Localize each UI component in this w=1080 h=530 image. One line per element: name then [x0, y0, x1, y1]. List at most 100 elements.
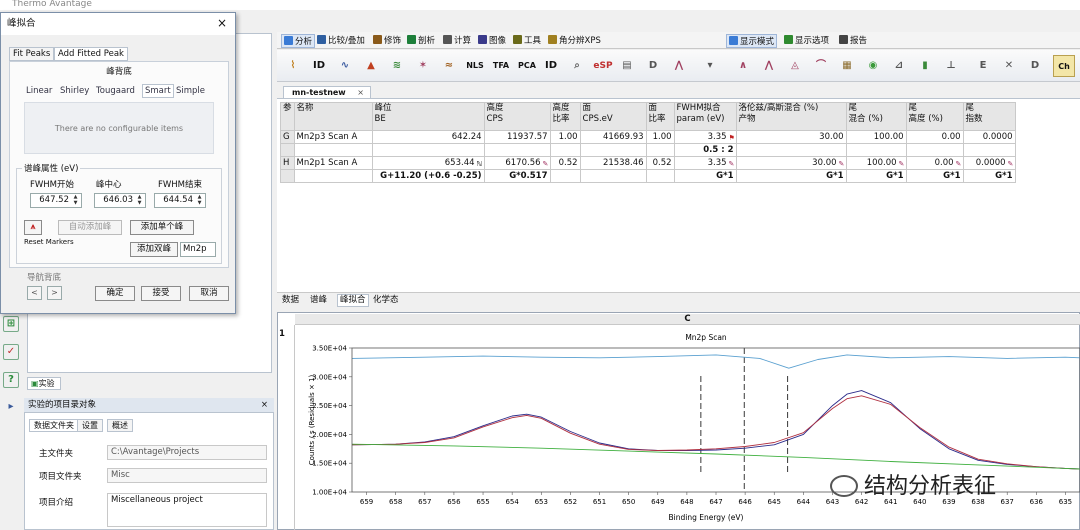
accept-button[interactable]: 接受	[141, 286, 181, 301]
id-button[interactable]: ID	[309, 55, 329, 77]
tab-data-folder[interactable]: 数据文件夹	[29, 419, 79, 432]
tree-icon[interactable]: ⊞	[3, 316, 19, 332]
tab-data[interactable]: 数据	[282, 295, 299, 306]
x-axis-icon[interactable]: ✕	[999, 55, 1019, 77]
reset-markers-label[interactable]: Reset Markers	[24, 238, 74, 246]
bg-tab-linear[interactable]: Linear	[26, 84, 52, 98]
table-cell[interactable]: 41669.93	[579, 130, 647, 144]
ok-button[interactable]: 确定	[95, 286, 135, 301]
main-folder-field[interactable]: C:\Avantage\Projects	[107, 445, 267, 460]
table-cell[interactable]: 0.0000	[962, 130, 1016, 144]
tab-chemical-state[interactable]: 化学态	[373, 295, 399, 306]
tab-settings[interactable]: 设置	[77, 419, 103, 432]
wave-icon[interactable]: ⋀	[669, 55, 689, 77]
table-cell[interactable]	[579, 143, 647, 157]
col-header[interactable]: 尾高度 (%)	[905, 102, 964, 131]
nav-next-button[interactable]: >	[47, 286, 62, 300]
add-single-peak-button[interactable]: 添加单个峰	[130, 220, 194, 235]
table-cell[interactable]: 0.52	[645, 156, 675, 170]
table-cell[interactable]: G*1	[905, 169, 964, 183]
overlay-icon[interactable]: ≋	[387, 55, 407, 77]
table-cell[interactable]	[845, 143, 907, 157]
col-header[interactable]: 尾混合 (%)	[845, 102, 907, 131]
table-cell[interactable]: 100.00 ✎	[845, 156, 907, 170]
table-cell[interactable]: 0.00 ✎	[905, 156, 964, 170]
col-header[interactable]: 面 CPS.eV	[579, 102, 647, 131]
table-cell[interactable]: G+11.20 (+0.6 -0.25)	[371, 169, 485, 183]
table-cell[interactable]	[293, 169, 373, 183]
table-cell[interactable]: G*1	[962, 169, 1016, 183]
peak-icon[interactable]: ⌇	[283, 55, 303, 77]
table-cell[interactable]: 1.00	[645, 130, 675, 144]
scale-icon[interactable]: ⊥	[941, 55, 961, 77]
table-cell[interactable]: 11937.57	[483, 130, 551, 144]
ribbon-tab-image[interactable]: 图像	[478, 34, 506, 48]
table-cell[interactable]: 30.00 ✎	[735, 156, 847, 170]
mode-line-icon[interactable]: ∧	[733, 55, 753, 77]
bg-tab-shirley[interactable]: Shirley	[60, 84, 89, 98]
cancel-button[interactable]: 取消	[189, 286, 229, 301]
table-cell[interactable]	[371, 143, 485, 157]
mode-map-icon[interactable]: ▦	[837, 55, 857, 77]
close-icon[interactable]: ×	[217, 16, 227, 30]
dropdown-icon[interactable]: ▾	[703, 55, 717, 77]
mode-contour-icon[interactable]: ⌒	[811, 55, 831, 77]
close-icon[interactable]: ×	[357, 87, 364, 98]
mode-3d-icon[interactable]: ◬	[785, 55, 805, 77]
dc-icon[interactable]: D	[1025, 55, 1045, 77]
ribbon-tab-tools[interactable]: 工具	[513, 34, 541, 48]
check-icon[interactable]: ✓	[3, 344, 19, 360]
tab-fit-peaks[interactable]: Fit Peaks	[9, 47, 55, 61]
ribbon-tab-arxps[interactable]: 角分辨XPS	[548, 34, 601, 48]
table-cell[interactable]	[905, 143, 964, 157]
ribbon-tab-display-options[interactable]: 显示选项	[784, 34, 829, 48]
table-cell[interactable]	[579, 169, 647, 183]
table-cell[interactable]: 0.5 : 2	[673, 143, 737, 157]
table-cell[interactable]: G*0.517	[483, 169, 551, 183]
col-header[interactable]: 洛伦兹/高斯混合 (%) 产物	[735, 102, 847, 131]
axis-icon[interactable]: ⊿	[889, 55, 909, 77]
pie-icon[interactable]: ◉	[863, 55, 883, 77]
table-cell[interactable]	[483, 143, 551, 157]
col-header[interactable]: 参	[280, 102, 295, 131]
table-cell[interactable]	[293, 143, 373, 157]
close-icon[interactable]: ×	[261, 398, 268, 412]
id2-button[interactable]: ID	[541, 55, 561, 77]
table-row[interactable]: 0.5 : 2	[280, 143, 1016, 157]
nav-prev-button[interactable]: <	[27, 286, 42, 300]
table-cell[interactable]: 30.00	[735, 130, 847, 144]
tab-peaks[interactable]: 谱峰	[310, 295, 327, 306]
stepper-arrows-icon[interactable]: ▲ ▼	[195, 194, 204, 206]
table-cell[interactable]	[280, 169, 295, 183]
project-folder-field[interactable]: Misc	[107, 468, 267, 483]
table-cell[interactable]	[549, 143, 581, 157]
table-cell[interactable]	[280, 143, 295, 157]
bg-tab-smart[interactable]: Smart	[142, 84, 174, 98]
auto-add-peak-button[interactable]: 自动添加峰	[58, 220, 122, 235]
document-tab[interactable]: mn-testnew ×	[283, 86, 371, 98]
spectrum-icon[interactable]: ∿	[335, 55, 355, 77]
project-intro-field[interactable]: Miscellaneous project	[107, 493, 267, 527]
help-icon[interactable]: ?	[3, 372, 19, 388]
table-cell[interactable]: 0.52	[549, 156, 581, 170]
col-header[interactable]: 面比率	[645, 102, 675, 131]
table-icon[interactable]: ▤	[617, 55, 637, 77]
expand-arrow-icon[interactable]: ▸	[3, 400, 19, 416]
bg-tab-simple[interactable]: Simple	[176, 84, 205, 98]
col-header[interactable]: 高度 CPS	[483, 102, 551, 131]
table-cell[interactable]: 0.0000 ✎	[962, 156, 1016, 170]
ribbon-tab-display-mode[interactable]: 显示模式	[726, 34, 778, 48]
col-header[interactable]: 峰位 BE	[371, 102, 485, 131]
bg-tab-tougaard[interactable]: Tougaard	[96, 84, 135, 98]
table-cell[interactable]: 653.44 ℕ	[371, 156, 485, 170]
marker-icon-button[interactable]: ⩚	[24, 220, 42, 235]
table-cell[interactable]: 1.00	[549, 130, 581, 144]
table-cell[interactable]	[549, 169, 581, 183]
fwhm-start-stepper[interactable]: 647.52 ▲ ▼	[30, 193, 82, 208]
table-cell[interactable]: 6170.56 ✎	[483, 156, 551, 170]
magnifier-icon[interactable]: ⌕	[567, 55, 587, 77]
ch-button[interactable]: Ch	[1053, 55, 1075, 77]
ribbon-tab-analysis[interactable]: 分析	[281, 34, 316, 48]
ribbon-tab-profile[interactable]: 剖析	[407, 34, 435, 48]
e-axis-icon[interactable]: E	[973, 55, 993, 77]
